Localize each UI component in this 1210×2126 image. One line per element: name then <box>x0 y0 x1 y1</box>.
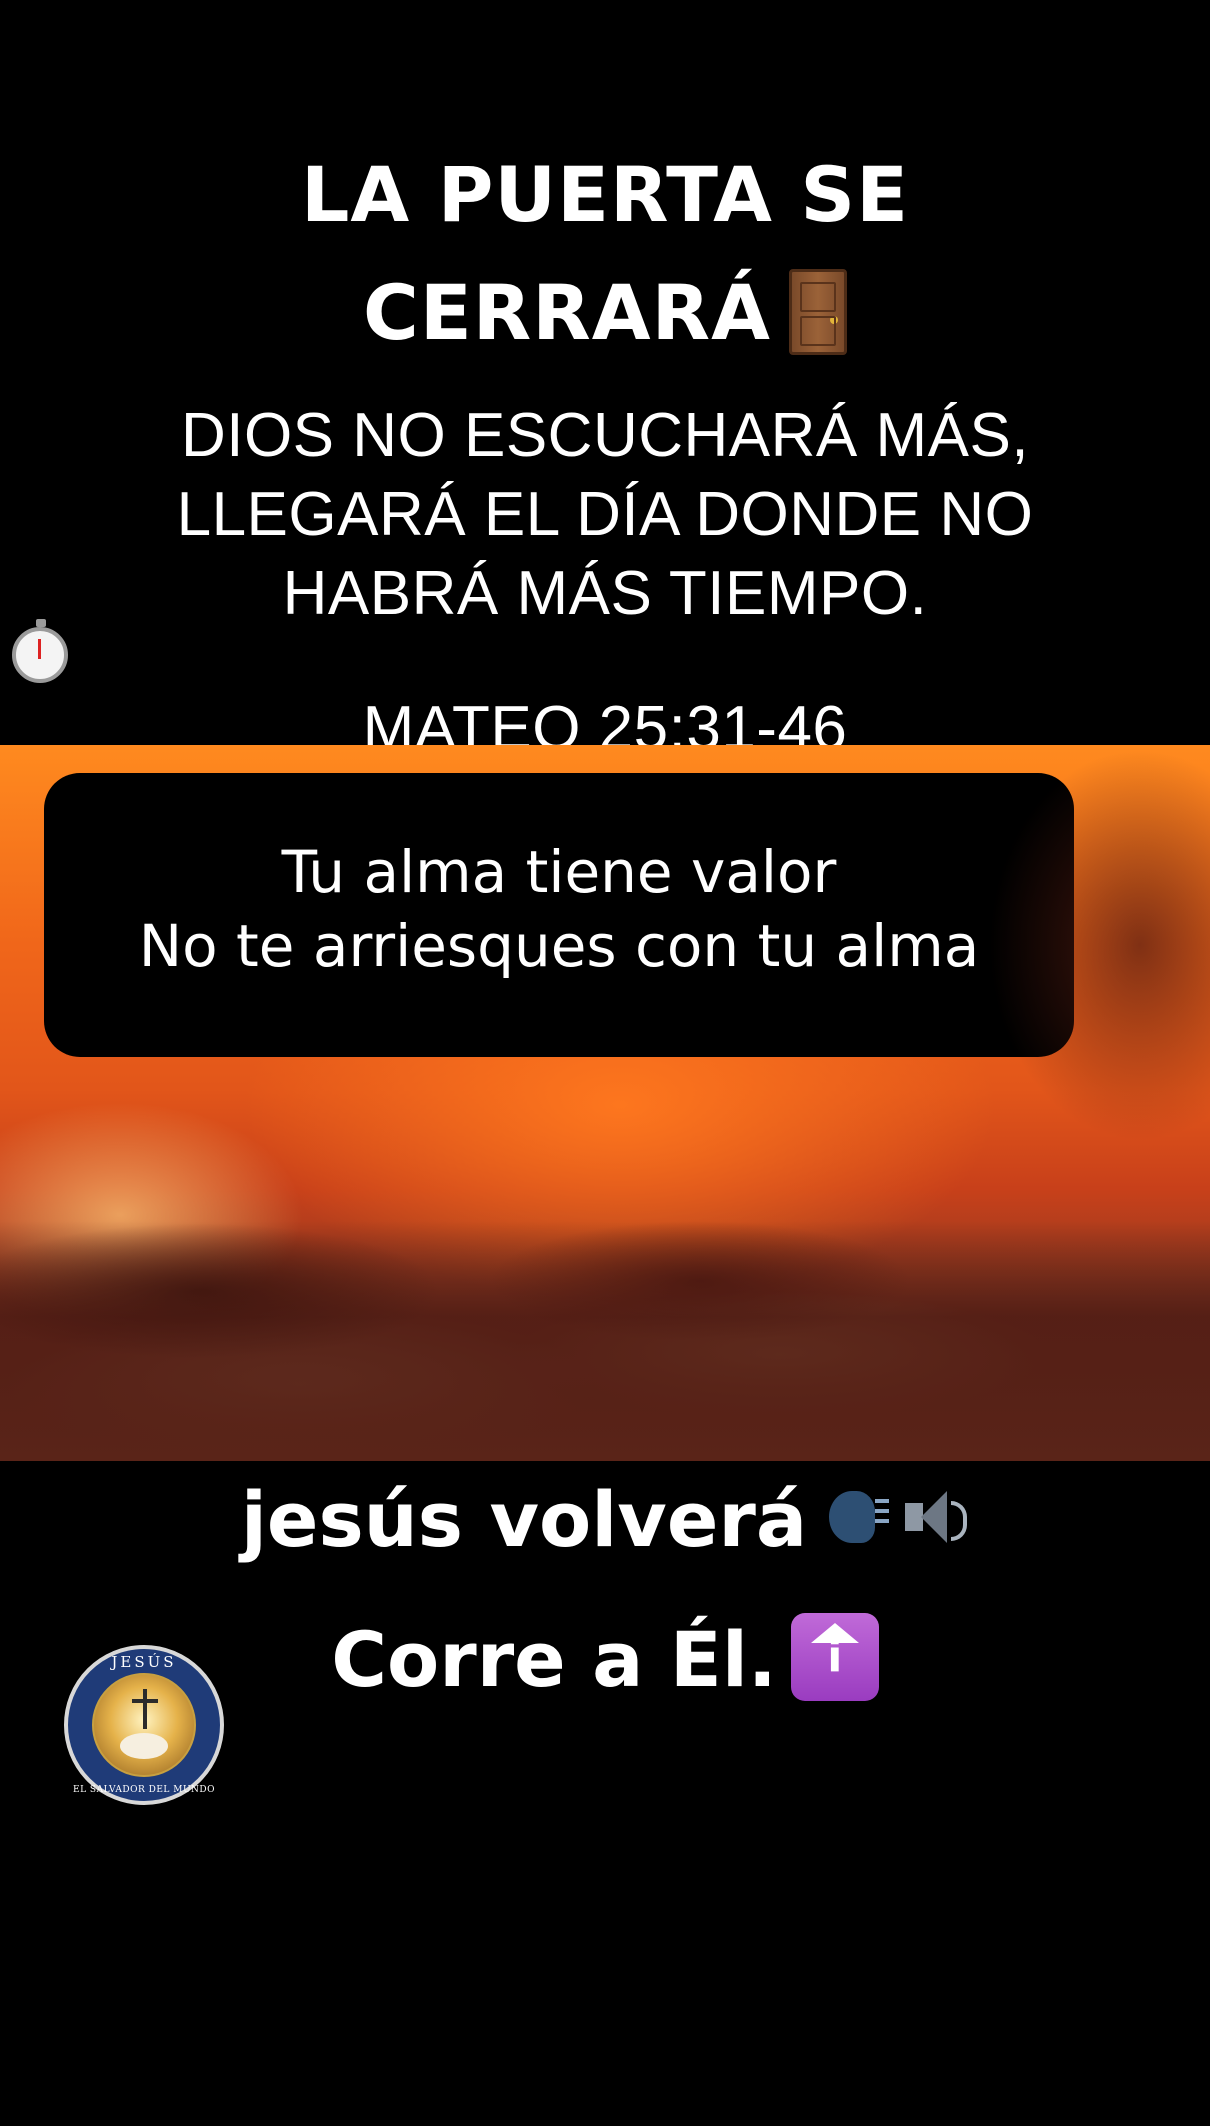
subtitle-line-1: DIOS NO ESCUCHARÁ MÁS, <box>180 401 1030 470</box>
fire-video-frame: Tu alma tiene valor No te arriesques con… <box>0 745 1210 1461</box>
title-line-2-text: CERRARÁ <box>363 268 771 357</box>
subtitle-line-2: LLEGARÁ EL DÍA DONDE NO <box>176 480 1034 549</box>
title-line-2: CERRARÁ <box>0 254 1210 372</box>
logo-bottom-text: EL SALVADOR DEL MUNDO <box>73 1785 215 1795</box>
info-symbol-label: i <box>827 1631 843 1682</box>
lamb-icon <box>120 1733 168 1759</box>
caption-box: Tu alma tiene valor No te arriesques con… <box>44 773 1074 1057</box>
story-page: LA PUERTA SE CERRARÁ DIOS NO ESCUCHARÁ M… <box>0 0 1210 2126</box>
page-title: LA PUERTA SE CERRARÁ <box>0 136 1210 372</box>
title-line-1: LA PUERTA SE <box>300 150 909 239</box>
cross-icon <box>143 1689 147 1729</box>
jesus-seal-logo: JESÚS EL SALVADOR DEL MUNDO <box>64 1645 224 1805</box>
door-icon <box>788 269 847 355</box>
subtitle-line-3: HABRÁ MÁS TIEMPO. <box>0 554 1210 689</box>
logo-emblem <box>92 1673 196 1777</box>
subtitle-line-3-text: HABRÁ MÁS TIEMPO. <box>282 559 928 628</box>
caption-line-2: No te arriesques con tu alma <box>138 912 980 980</box>
footer-line-1-text: jesús volverá <box>240 1475 808 1564</box>
stopwatch-icon <box>12 619 68 683</box>
footer-line-2-text: Corre a Él. <box>331 1615 777 1704</box>
caption-line-1: Tu alma tiene valor <box>281 838 837 906</box>
speaking-head-icon <box>829 1487 890 1547</box>
footer-line-1: jesús volverá <box>0 1470 1210 1570</box>
speaker-icon <box>903 1487 969 1547</box>
information-symbol-icon: i <box>790 1613 879 1701</box>
logo-top-text: JESÚS <box>111 1653 177 1671</box>
